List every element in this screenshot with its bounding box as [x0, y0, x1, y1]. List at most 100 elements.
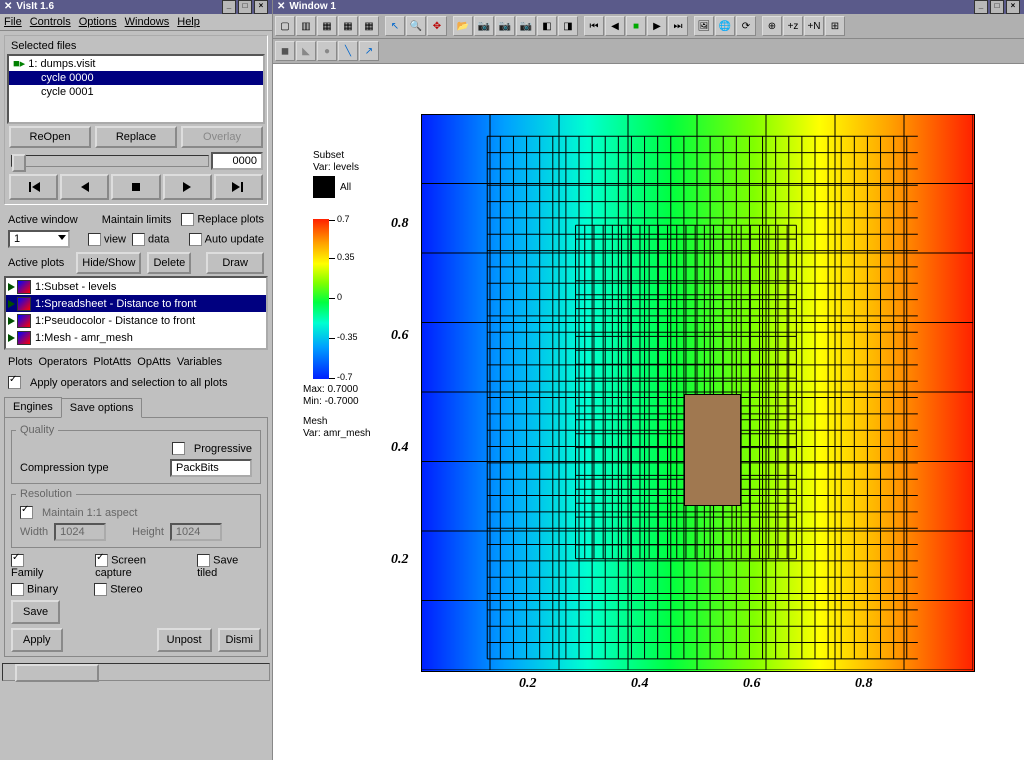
- first-icon[interactable]: ⏮: [584, 16, 604, 36]
- maximize-icon[interactable]: □: [238, 0, 252, 14]
- apply-all-checkbox[interactable]: [8, 376, 21, 389]
- step-back-button[interactable]: [60, 174, 109, 200]
- layout-9-icon[interactable]: ▦: [359, 16, 379, 36]
- zoom-icon[interactable]: 🔍: [406, 16, 426, 36]
- select-icon[interactable]: ↖: [385, 16, 405, 36]
- unpost-button[interactable]: Unpost: [157, 628, 212, 652]
- menu-windows[interactable]: Windows: [125, 16, 170, 28]
- apply-button[interactable]: Apply: [11, 628, 63, 652]
- save-tiled-checkbox[interactable]: [197, 554, 210, 567]
- height-label: Height: [132, 526, 164, 538]
- layout-1-icon[interactable]: ▢: [275, 16, 295, 36]
- visualization-area[interactable]: Subset Var: levels All 0.7 0.35 0 -0.35 …: [273, 64, 1024, 760]
- close-icon[interactable]: ×: [1006, 0, 1020, 14]
- cube-icon[interactable]: ◧: [537, 16, 557, 36]
- rotate-icon[interactable]: ⟳: [736, 16, 756, 36]
- active-window-dropdown[interactable]: 1: [8, 230, 70, 248]
- expand-icon[interactable]: [8, 300, 15, 308]
- expand-icon[interactable]: [8, 334, 15, 342]
- replace-button[interactable]: Replace: [95, 126, 177, 148]
- progressive-checkbox[interactable]: [172, 442, 185, 455]
- subset-all-label: All: [340, 182, 351, 194]
- view-checkbox[interactable]: [88, 233, 101, 246]
- translate-icon[interactable]: ✥: [427, 16, 447, 36]
- colorbar-tick: 0: [337, 292, 342, 302]
- rewind-button[interactable]: [9, 174, 58, 200]
- plotatts-menu[interactable]: PlotAtts: [93, 356, 131, 368]
- menu-controls[interactable]: Controls: [30, 16, 71, 28]
- minimize-icon[interactable]: _: [974, 0, 988, 14]
- play-button[interactable]: [163, 174, 212, 200]
- axis-final-icon[interactable]: ⊞: [825, 16, 845, 36]
- camera-3-icon[interactable]: 📷: [516, 16, 536, 36]
- forward-button[interactable]: [214, 174, 263, 200]
- replace-plots-checkbox[interactable]: [181, 213, 194, 226]
- auto-update-checkbox[interactable]: [189, 233, 202, 246]
- reopen-button[interactable]: ReOpen: [9, 126, 91, 148]
- file-root[interactable]: ■▸ 1: dumps.visit: [9, 56, 263, 71]
- dismiss-button[interactable]: Dismi: [218, 628, 262, 652]
- file-item[interactable]: cycle 0001: [9, 85, 263, 99]
- tab-save-options[interactable]: Save options: [61, 398, 143, 418]
- width-label: Width: [20, 526, 48, 538]
- close-icon[interactable]: ×: [254, 0, 268, 14]
- opatts-menu[interactable]: OpAtts: [137, 356, 171, 368]
- expand-icon[interactable]: [8, 283, 15, 291]
- menu-help[interactable]: Help: [177, 16, 200, 28]
- axis-z-icon[interactable]: +z: [783, 16, 803, 36]
- plot-row[interactable]: 1:Spreadsheet - Distance to front: [6, 295, 266, 312]
- layout-4-icon[interactable]: ▦: [317, 16, 337, 36]
- shape-tag-icon[interactable]: ◣: [296, 41, 316, 61]
- menu-file[interactable]: File: [4, 16, 22, 28]
- shape-cube-icon[interactable]: ◼: [275, 41, 295, 61]
- camera-2-icon[interactable]: 📷: [495, 16, 515, 36]
- shape-pointer-icon[interactable]: ↗: [359, 41, 379, 61]
- maintain-aspect-checkbox[interactable]: [20, 506, 33, 519]
- cubes-icon[interactable]: ◨: [558, 16, 578, 36]
- layout-6-icon[interactable]: ▦: [338, 16, 358, 36]
- axis-n-icon[interactable]: +N: [804, 16, 824, 36]
- data-checkbox[interactable]: [132, 233, 145, 246]
- plots-menu[interactable]: Plots: [8, 356, 32, 368]
- camera-1-icon[interactable]: 📷: [474, 16, 494, 36]
- variables-menu[interactable]: Variables: [177, 356, 222, 368]
- delete-plot-button[interactable]: Delete: [147, 252, 191, 274]
- plot-row[interactable]: 1:Pseudocolor - Distance to front: [6, 312, 266, 329]
- overlay-button[interactable]: Overlay: [181, 126, 263, 148]
- frame-field[interactable]: 0000: [211, 152, 263, 170]
- axis-origin-icon[interactable]: ⊕: [762, 16, 782, 36]
- stop-button[interactable]: [111, 174, 160, 200]
- open-icon[interactable]: 📂: [453, 16, 473, 36]
- minimize-icon[interactable]: _: [222, 0, 236, 14]
- binary-checkbox[interactable]: [11, 583, 24, 596]
- globe-icon[interactable]: 🌐: [715, 16, 735, 36]
- hideshow-button[interactable]: Hide/Show: [76, 252, 141, 274]
- shape-circle-icon[interactable]: ●: [317, 41, 337, 61]
- plot-row[interactable]: 1:Subset - levels: [6, 278, 266, 295]
- layout-2-icon[interactable]: ▥: [296, 16, 316, 36]
- operators-menu[interactable]: Operators: [38, 356, 87, 368]
- viewer-toolbar: ▢ ▥ ▦ ▦ ▦ ↖ 🔍 ✥ 📂 📷 📷 📷 ◧ ◨ ⏮ ◀ ■ ▶ ⏭ 🖼 …: [273, 14, 1024, 39]
- prev-icon[interactable]: ◀: [605, 16, 625, 36]
- next-icon[interactable]: ▶: [647, 16, 667, 36]
- family-checkbox[interactable]: [11, 554, 24, 567]
- menu-options[interactable]: Options: [79, 16, 117, 28]
- file-item[interactable]: cycle 0000: [9, 71, 263, 85]
- stop-viewer-icon[interactable]: ■: [626, 16, 646, 36]
- compression-field[interactable]: PackBits: [170, 459, 252, 477]
- tab-engines[interactable]: Engines: [4, 397, 62, 417]
- shape-line-icon[interactable]: ╲: [338, 41, 358, 61]
- expand-icon[interactable]: [8, 317, 15, 325]
- save-button[interactable]: Save: [11, 600, 60, 624]
- screenshot-icon[interactable]: 🖼: [694, 16, 714, 36]
- screen-capture-checkbox[interactable]: [95, 554, 108, 567]
- file-tree[interactable]: ■▸ 1: dumps.visit cycle 0000 cycle 0001: [7, 54, 265, 124]
- plot-list[interactable]: 1:Subset - levels 1:Spreadsheet - Distan…: [4, 276, 268, 350]
- last-icon[interactable]: ⏭: [668, 16, 688, 36]
- left-scrollbar[interactable]: [2, 663, 270, 681]
- time-slider[interactable]: [11, 155, 209, 167]
- maximize-icon[interactable]: □: [990, 0, 1004, 14]
- plot-row[interactable]: 1:Mesh - amr_mesh: [6, 329, 266, 346]
- stereo-checkbox[interactable]: [94, 583, 107, 596]
- draw-button[interactable]: Draw: [206, 252, 264, 274]
